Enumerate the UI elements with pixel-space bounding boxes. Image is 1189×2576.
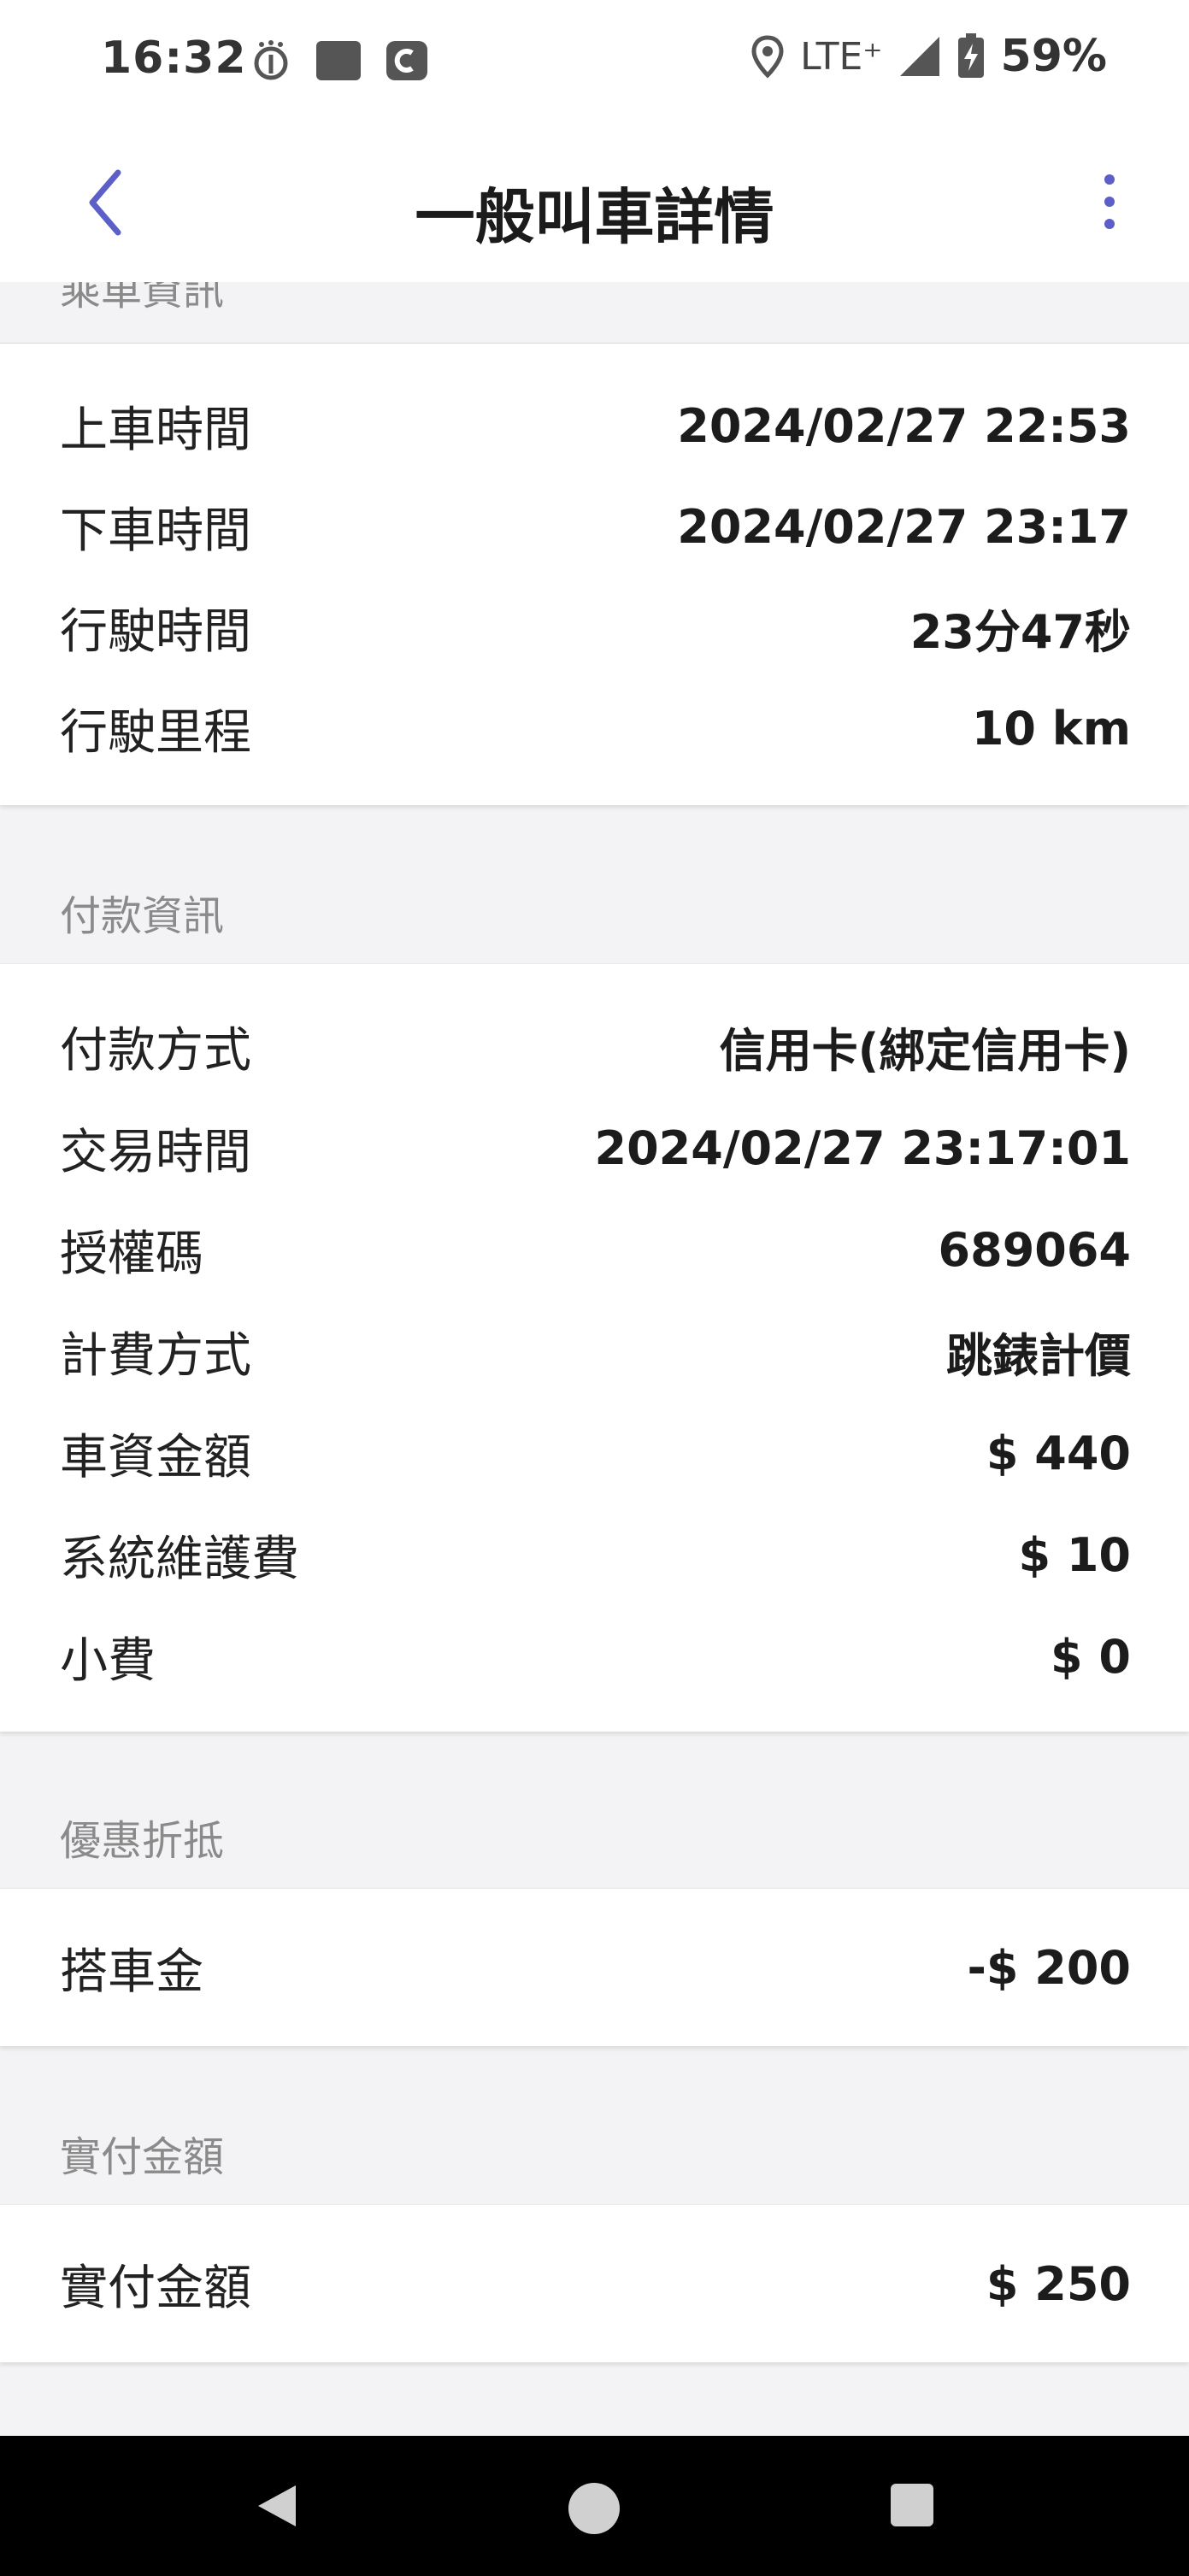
- app-c-icon: [386, 41, 427, 80]
- nav-home-button[interactable]: [566, 2480, 622, 2537]
- row-auth-code: 授權碼 689064: [60, 1215, 1131, 1284]
- row-label: 系統維護費: [60, 1531, 299, 1587]
- row-value: 10 km: [971, 701, 1131, 756]
- status-right: LTE⁺ 59%: [750, 31, 1107, 82]
- row-label: 計費方式: [60, 1327, 251, 1384]
- row-value: 689064: [938, 1222, 1131, 1277]
- row-label: 交易時間: [60, 1124, 251, 1180]
- section-header-discount: 優惠折抵: [60, 1817, 225, 1865]
- battery-charging-icon: [957, 33, 984, 78]
- row-label: 車資金額: [60, 1429, 251, 1485]
- row-ride-credit: 搭車金 -$ 200: [60, 1933, 1131, 2002]
- row-payment-method: 付款方式 信用卡(綁定信用卡): [60, 1012, 1131, 1080]
- nav-back-triangle-icon: [258, 2485, 296, 2526]
- row-label: 實付金額: [60, 2260, 251, 2316]
- row-value: 信用卡(綁定信用卡): [719, 1023, 1131, 1078]
- row-value: $ 0: [1051, 1629, 1131, 1684]
- detail-scroll-area[interactable]: 乘車資訊 上車時間 2024/02/27 22:53 上車時間 2024/02/…: [0, 282, 1189, 2436]
- row-label: 行駛里程: [60, 704, 251, 761]
- row-transaction-time: 交易時間 2024/02/27 23:17:01: [60, 1114, 1131, 1182]
- row-system-fee: 系統維護費 $ 10: [60, 1520, 1131, 1589]
- more-vertical-icon: [1104, 174, 1115, 229]
- section-header-payment: 付款資訊: [60, 892, 225, 940]
- network-type: LTE⁺: [800, 34, 883, 79]
- row-tip: 小費 $ 0: [60, 1622, 1131, 1691]
- row-label: 搭車金: [60, 1944, 203, 2000]
- status-bar: 16:32 LTE⁺ 59%: [0, 0, 1189, 120]
- row-trip-distance: 行駛里程 10 km: [60, 694, 1131, 762]
- row-label: 下車時間: [60, 503, 251, 559]
- row-label: 授權碼: [60, 1226, 203, 1282]
- row-value: 23分47秒: [909, 604, 1131, 659]
- section-header-ride: 乘車資訊: [60, 282, 225, 315]
- row-value: 跳錶計價: [946, 1328, 1131, 1383]
- row-value: -$ 200: [967, 1940, 1131, 1995]
- row-value: $ 250: [986, 2256, 1131, 2311]
- row-value: 2024/02/27 23:17: [677, 499, 1131, 554]
- nav-back-button[interactable]: [251, 2480, 303, 2532]
- row-label: 小費: [60, 1632, 156, 1689]
- row-dropoff-time: 下車時間 2024/02/27 23:17: [60, 492, 1131, 561]
- row-paid-amount: 實付金額 $ 250: [60, 2250, 1131, 2318]
- section-header-paid: 實付金額: [60, 2133, 225, 2181]
- row-label: 行駛時間: [60, 603, 251, 660]
- row-value: $ 10: [1018, 1527, 1131, 1582]
- row-pickup-time: 上車時間 2024/02/27 22:53: [60, 391, 1131, 460]
- nav-home-circle-icon: [568, 2483, 620, 2534]
- row-value: 2024/02/27 23:17:01: [594, 1120, 1131, 1175]
- row-label: 上車時間: [60, 402, 251, 458]
- nav-recents-square-icon: [891, 2484, 933, 2526]
- row-fare-amount: 車資金額 $ 440: [60, 1419, 1131, 1487]
- system-nav-bar: [0, 2436, 1189, 2576]
- location-icon: [751, 35, 784, 79]
- row-label: 付款方式: [60, 1022, 251, 1079]
- row-value: $ 440: [986, 1426, 1131, 1480]
- nav-recents-button[interactable]: [887, 2480, 937, 2530]
- more-options-button[interactable]: [1097, 168, 1122, 236]
- app-square-icon: [316, 41, 361, 80]
- fingerprint-app-icon: [254, 40, 288, 80]
- row-trip-duration: 行駛時間 23分47秒: [60, 593, 1131, 662]
- row-value: 2024/02/27 22:53: [677, 398, 1131, 453]
- app-bar: 一般叫車詳情: [0, 120, 1189, 282]
- row-billing-method: 計費方式 跳錶計價: [60, 1317, 1131, 1385]
- page-title: 一般叫車詳情: [415, 182, 774, 252]
- battery-percent: 59%: [1000, 31, 1107, 82]
- status-time: 16:32: [101, 32, 247, 84]
- signal-icon: [899, 37, 939, 76]
